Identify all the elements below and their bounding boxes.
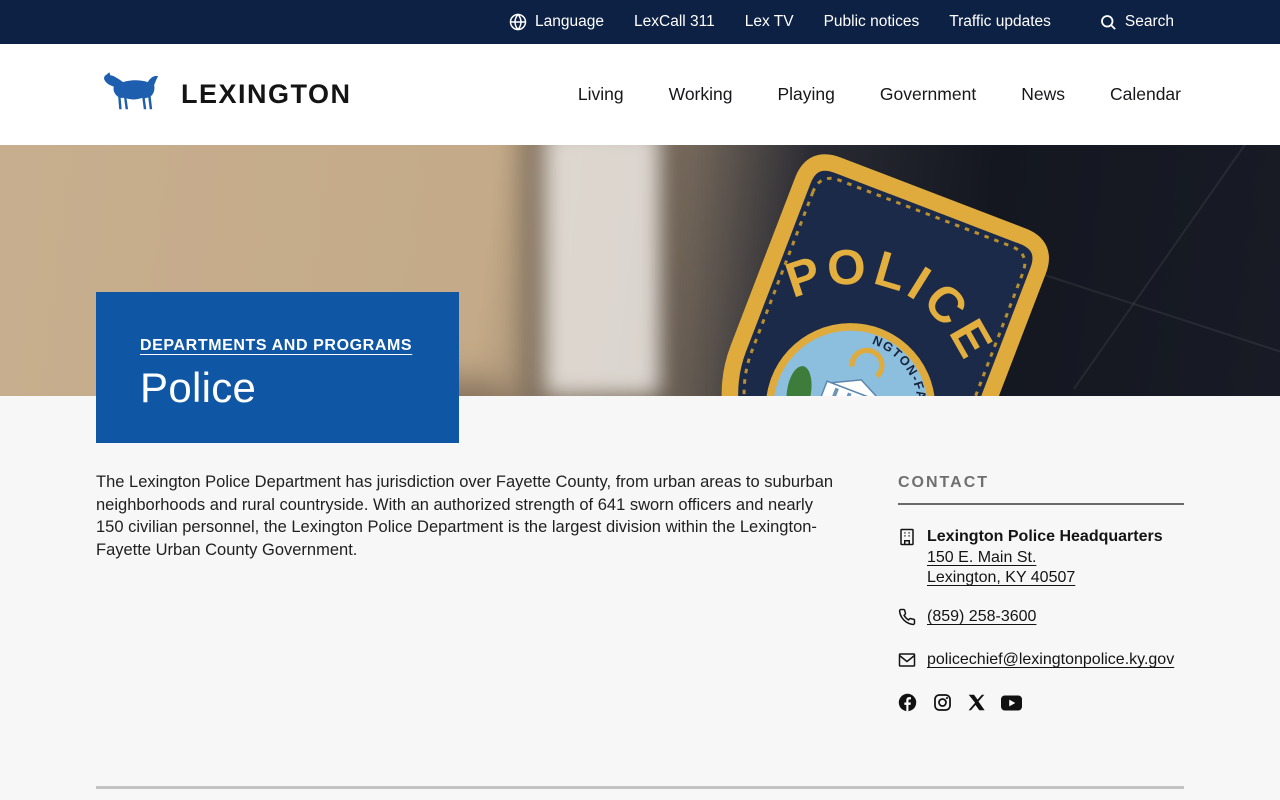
search-label: Search bbox=[1124, 13, 1174, 30]
mail-icon bbox=[898, 650, 916, 674]
page-title: Police bbox=[140, 364, 257, 411]
contact-panel: CONTACT Lexington Police Headquarters 15… bbox=[898, 471, 1184, 712]
contact-org-name: Lexington Police Headquarters bbox=[927, 528, 1163, 545]
x-twitter-icon[interactable] bbox=[968, 694, 985, 711]
site-header: LEXINGTON Living Working Playing Governm… bbox=[0, 44, 1280, 145]
contact-phone-row: (859) 258-3600 bbox=[898, 607, 1184, 631]
address-line2-link[interactable]: Lexington, KY 40507 bbox=[927, 568, 1163, 588]
facebook-icon[interactable] bbox=[898, 693, 917, 712]
phone-icon bbox=[898, 607, 916, 631]
contact-heading: CONTACT bbox=[898, 474, 990, 491]
contact-email-row: policechief@lexingtonpolice.ky.gov bbox=[898, 650, 1184, 674]
intro-paragraph: The Lexington Police Department has juri… bbox=[96, 473, 834, 559]
breadcrumb-departments-link[interactable]: DEPARTMENTS AND PROGRAMS bbox=[140, 337, 412, 355]
nav-calendar[interactable]: Calendar bbox=[1110, 84, 1181, 105]
phone-link[interactable]: (859) 258-3600 bbox=[927, 607, 1036, 627]
lex-tv-link[interactable]: Lex TV bbox=[745, 13, 794, 31]
nav-playing[interactable]: Playing bbox=[778, 84, 835, 105]
nav-government[interactable]: Government bbox=[880, 84, 976, 105]
page: Language LexCall 311 Lex TV Public notic… bbox=[0, 0, 1280, 800]
instagram-icon[interactable] bbox=[933, 693, 952, 712]
youtube-icon[interactable] bbox=[1001, 695, 1022, 711]
language-menu[interactable]: Language bbox=[509, 13, 604, 31]
globe-icon bbox=[509, 13, 527, 31]
primary-nav: Living Working Playing Government News C… bbox=[578, 84, 1181, 105]
nav-living[interactable]: Living bbox=[578, 84, 624, 105]
public-notices-link[interactable]: Public notices bbox=[824, 13, 920, 31]
search-button[interactable]: Search bbox=[1099, 13, 1174, 31]
home-logo-link[interactable]: LEXINGTON bbox=[99, 69, 352, 120]
building-icon bbox=[898, 527, 916, 588]
language-label: Language bbox=[535, 13, 605, 30]
utility-bar: Language LexCall 311 Lex TV Public notic… bbox=[0, 0, 1280, 44]
main-content: The Lexington Police Department has juri… bbox=[0, 396, 1280, 712]
lexington-horse-icon bbox=[99, 69, 163, 120]
traffic-updates-link[interactable]: Traffic updates bbox=[949, 13, 1051, 31]
page-title-box: DEPARTMENTS AND PROGRAMS Police bbox=[96, 292, 459, 443]
address-line1-link[interactable]: 150 E. Main St. bbox=[927, 548, 1163, 568]
lexcall-311-link[interactable]: LexCall 311 bbox=[634, 13, 715, 31]
nav-news[interactable]: News bbox=[1021, 84, 1065, 105]
contact-divider bbox=[898, 503, 1184, 505]
nav-working[interactable]: Working bbox=[669, 84, 733, 105]
search-icon bbox=[1099, 13, 1117, 31]
logo-wordmark: LEXINGTON bbox=[181, 79, 352, 109]
footer-divider bbox=[96, 786, 1184, 789]
contact-address-row: Lexington Police Headquarters 150 E. Mai… bbox=[898, 527, 1184, 588]
social-links bbox=[898, 693, 1184, 712]
email-link[interactable]: policechief@lexingtonpolice.ky.gov bbox=[927, 650, 1174, 670]
